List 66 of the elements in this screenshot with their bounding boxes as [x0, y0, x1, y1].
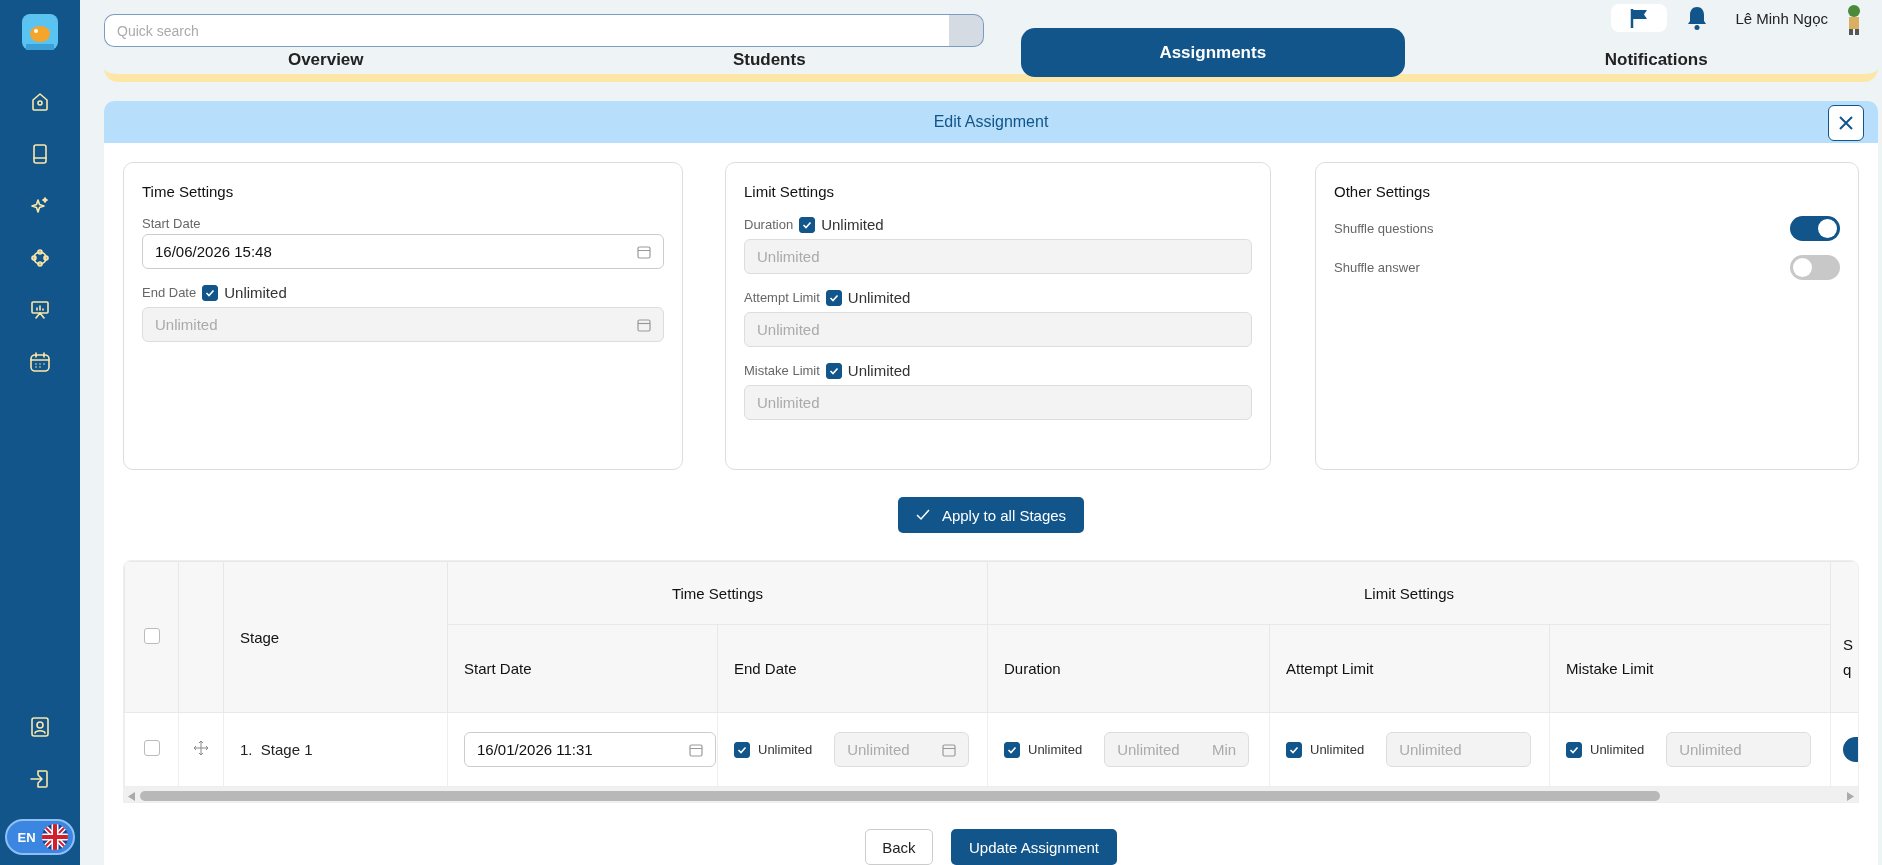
date-field[interactable]: 16/06/2026 15:48	[142, 234, 664, 270]
stage-name: 1. Stage 1	[240, 741, 313, 759]
column-header: S	[1843, 636, 1854, 654]
tab[interactable]: Assignments	[1021, 28, 1405, 77]
toggle-switch[interactable]	[1790, 216, 1840, 242]
uk-flag-icon	[41, 824, 68, 850]
dialog-title: Edit Assignment	[933, 113, 1049, 132]
column-group-header: Time Settings	[671, 584, 764, 602]
field-label: Attempt Limit	[744, 290, 820, 306]
calendar-icon	[637, 244, 651, 259]
card-title: Other Settings	[1334, 183, 1431, 201]
checkbox[interactable]	[825, 362, 842, 379]
column-header: q	[1843, 661, 1853, 679]
checkbox[interactable]	[202, 284, 219, 301]
checkmark-icon	[915, 509, 930, 522]
checkbox-label: Unlimited	[847, 362, 911, 380]
calendar-icon	[637, 317, 651, 332]
field-label: Duration	[744, 217, 794, 233]
card-title: Time Settings	[142, 183, 235, 201]
tab[interactable]: Overview	[287, 49, 364, 71]
apply-button[interactable]: Apply to all Stages	[897, 497, 1085, 534]
checkbox-label: Unlimited	[847, 289, 911, 307]
language-button[interactable]: EN	[5, 819, 75, 855]
checkbox-label: Unlimited	[1590, 742, 1645, 758]
checkbox-label: Unlimited	[1310, 742, 1365, 758]
toggle-label: Shuffle questions	[1334, 221, 1434, 237]
app-logo-icon	[22, 14, 58, 50]
card-title: Limit Settings	[744, 183, 836, 201]
checkbox[interactable]	[825, 289, 842, 306]
column-header: Attempt Limit	[1286, 660, 1374, 678]
calendar-icon	[689, 742, 703, 757]
checkbox-label: Unlimited	[224, 284, 287, 302]
unit-label: Min	[1212, 741, 1237, 759]
tab[interactable]: Students	[732, 49, 806, 71]
checkbox-label: Unlimited	[758, 742, 813, 758]
back-button[interactable]: Back	[864, 829, 933, 865]
checkbox[interactable]	[1004, 741, 1020, 758]
checkbox[interactable]	[143, 627, 160, 644]
toggle-switch[interactable]	[1843, 737, 1858, 763]
column-header: End Date	[734, 660, 797, 678]
column-group-header: Limit Settings	[1363, 584, 1454, 602]
drag-handle-icon[interactable]	[193, 740, 209, 757]
checkbox-label: Unlimited	[821, 216, 884, 234]
checkbox-label: Unlimited	[1028, 742, 1083, 758]
calendar-icon	[942, 742, 957, 757]
checkbox[interactable]	[1286, 741, 1302, 758]
field-label: End Date	[142, 285, 197, 301]
checkbox[interactable]	[799, 216, 816, 233]
toggle-label: Shuffle answer	[1334, 260, 1420, 276]
checkbox[interactable]	[734, 741, 750, 758]
checkbox[interactable]	[1566, 741, 1582, 758]
checkbox[interactable]	[143, 740, 160, 757]
update-button[interactable]: Update Assignment	[950, 829, 1118, 865]
close-button[interactable]	[1828, 105, 1864, 141]
flag-icon[interactable]	[1611, 4, 1668, 32]
column-header: Mistake Limit	[1566, 660, 1654, 678]
field-label: Start Date	[142, 216, 202, 232]
tab[interactable]: Notifications	[1604, 49, 1708, 71]
user-name: Lê Minh Ngọc	[1735, 9, 1828, 27]
date-field[interactable]: 16/01/2026 11:31	[464, 732, 716, 768]
column-header: Duration	[1004, 660, 1061, 678]
close-icon	[1838, 115, 1854, 131]
column-header: Start Date	[464, 660, 532, 678]
field-label: Mistake Limit	[744, 363, 820, 379]
toggle-switch[interactable]	[1790, 255, 1840, 281]
column-header: Stage	[240, 628, 280, 646]
